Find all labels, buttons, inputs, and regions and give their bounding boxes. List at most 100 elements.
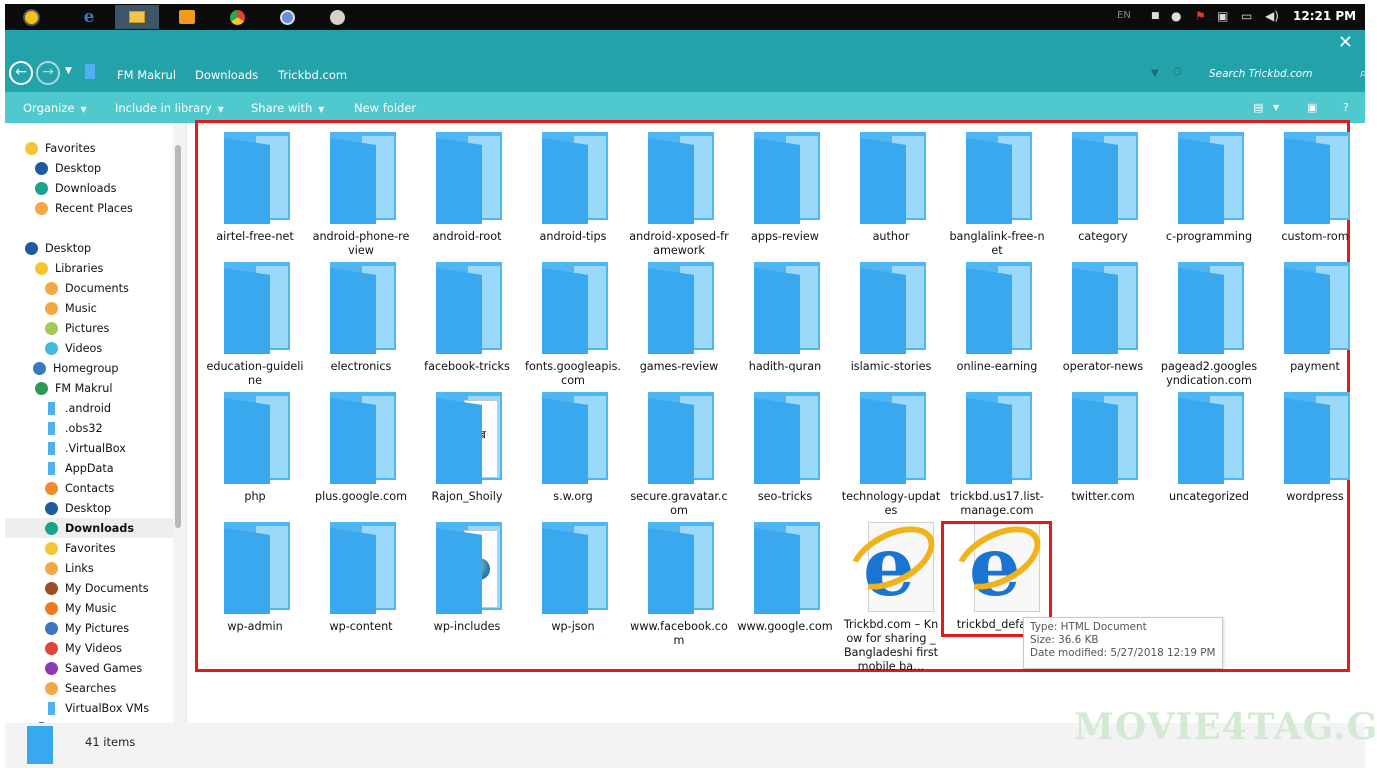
- navpane-scrollbar-thumb[interactable]: [175, 145, 181, 528]
- sidebar-item-contacts[interactable]: Contacts: [5, 478, 173, 498]
- folder-item[interactable]: trickbd.us17.list-manage.com: [947, 390, 1047, 518]
- sidebar-item-my-pictures[interactable]: My Pictures: [5, 618, 173, 638]
- folder-item[interactable]: wp-json: [523, 520, 623, 634]
- sidebar-item-pictures[interactable]: Pictures: [5, 318, 173, 338]
- sidebar-item-saved-games[interactable]: Saved Games: [5, 658, 173, 678]
- include-in-library-button[interactable]: Include in library ▼: [115, 101, 224, 115]
- search-input[interactable]: Search Trickbd.com ⌕: [1203, 63, 1365, 87]
- folder-item[interactable]: education-guideline: [205, 260, 305, 388]
- folder-item[interactable]: wp-admin: [205, 520, 305, 634]
- folder-item[interactable]: s.w.org: [523, 390, 623, 504]
- sidebar-item-fm-makrul[interactable]: FM Makrul: [5, 378, 173, 398]
- sidebar-item-desktop[interactable]: Desktop: [5, 498, 173, 518]
- refresh-icon[interactable]: ○: [1173, 66, 1182, 77]
- sidebar-item-favorites[interactable]: Favorites: [5, 138, 173, 158]
- sidebar-item-links[interactable]: Links: [5, 558, 173, 578]
- taskbar-paint[interactable]: [315, 5, 359, 29]
- folder-item[interactable]: wordpress: [1265, 390, 1365, 504]
- folder-item[interactable]: apps-review: [735, 130, 835, 244]
- forward-button[interactable]: →: [36, 61, 60, 85]
- sidebar-item-my-music[interactable]: My Music: [5, 598, 173, 618]
- sidebar-item-android[interactable]: .android: [5, 398, 173, 418]
- folder-item[interactable]: মিনর Rajon_Shoily: [417, 390, 517, 504]
- folder-item[interactable]: airtel-free-net: [205, 130, 305, 244]
- sidebar-item-documents[interactable]: Documents: [5, 278, 173, 298]
- share-with-button[interactable]: Share with ▼: [251, 101, 324, 115]
- folder-item[interactable]: seo-tricks: [735, 390, 835, 504]
- folder-item[interactable]: php: [205, 390, 305, 504]
- tray-volume-icon[interactable]: ◀): [1265, 9, 1279, 23]
- tray-expand-icon[interactable]: ■: [1151, 11, 1160, 21]
- sidebar-item-recent-places[interactable]: Recent Places: [5, 198, 173, 218]
- folder-item[interactable]: pagead2.googlesyndication.com: [1159, 260, 1259, 388]
- folder-item[interactable]: android-tips: [523, 130, 623, 244]
- sidebar-item-favorites[interactable]: Favorites: [5, 538, 173, 558]
- sidebar-item-my-documents[interactable]: My Documents: [5, 578, 173, 598]
- folder-item[interactable]: twitter.com: [1053, 390, 1153, 504]
- clock[interactable]: 12:21 PM: [1293, 9, 1356, 23]
- taskbar-chrome[interactable]: [215, 5, 259, 29]
- folder-item[interactable]: www.facebook.com: [629, 520, 729, 648]
- folder-item[interactable]: payment: [1265, 260, 1365, 374]
- sidebar-item-downloads[interactable]: Downloads: [5, 518, 173, 538]
- folder-item[interactable]: secure.gravatar.com: [629, 390, 729, 518]
- tray-network-icon[interactable]: ▭: [1241, 9, 1252, 23]
- sidebar-item-homegroup[interactable]: Homegroup: [5, 358, 173, 378]
- folder-item[interactable]: plus.google.com: [311, 390, 411, 504]
- folder-item[interactable]: wp-includes: [417, 520, 517, 634]
- folder-item[interactable]: games-review: [629, 260, 729, 374]
- preview-pane-icon[interactable]: ▣: [1307, 101, 1317, 114]
- folder-item[interactable]: android-root: [417, 130, 517, 244]
- breadcrumb-trickbd[interactable]: Trickbd.com: [278, 68, 347, 82]
- folder-item[interactable]: wp-content: [311, 520, 411, 634]
- folder-item[interactable]: android-phone-review: [311, 130, 411, 258]
- sidebar-item-virtualbox[interactable]: .VirtualBox: [5, 438, 173, 458]
- sidebar-item-desktop[interactable]: Desktop: [5, 238, 173, 258]
- sidebar-item-appdata[interactable]: AppData: [5, 458, 173, 478]
- sidebar-item-searches[interactable]: Searches: [5, 678, 173, 698]
- folder-item[interactable]: c-programming: [1159, 130, 1259, 244]
- breadcrumb-fm-makrul[interactable]: FM Makrul: [117, 68, 176, 82]
- recent-pages-dropdown[interactable]: ▼: [65, 66, 72, 76]
- sidebar-item-my-videos[interactable]: My Videos: [5, 638, 173, 658]
- sidebar-item-libraries[interactable]: Libraries: [5, 258, 173, 278]
- folder-item[interactable]: hadith-quran: [735, 260, 835, 374]
- organize-button[interactable]: Organize ▼: [23, 101, 87, 115]
- folder-item[interactable]: uncategorized: [1159, 390, 1259, 504]
- folder-item[interactable]: author: [841, 130, 941, 244]
- tray-device-icon[interactable]: ▣: [1217, 9, 1228, 23]
- sidebar-item-desktop[interactable]: Desktop: [5, 158, 173, 178]
- close-icon[interactable]: ✕: [1338, 32, 1353, 53]
- folder-item[interactable]: custom-rom: [1265, 130, 1365, 244]
- folder-item[interactable]: android-xposed-framework: [629, 130, 729, 258]
- sidebar-item-obs32[interactable]: .obs32: [5, 418, 173, 438]
- folder-item[interactable]: islamic-stories: [841, 260, 941, 374]
- folder-item[interactable]: electronics: [311, 260, 411, 374]
- sidebar-item-computer[interactable]: Computer: [5, 718, 173, 723]
- folder-item[interactable]: fonts.googleapis.com: [523, 260, 623, 388]
- sidebar-item-virtualbox-vms[interactable]: VirtualBox VMs: [5, 698, 173, 718]
- tray-flag-icon[interactable]: ⚑: [1195, 9, 1206, 23]
- folder-item[interactable]: category: [1053, 130, 1153, 244]
- tray-globe-icon[interactable]: ●: [1171, 9, 1181, 23]
- back-button[interactable]: ←: [9, 61, 33, 85]
- address-dropdown-icon[interactable]: ▼: [1151, 68, 1159, 79]
- folder-item[interactable]: online-earning: [947, 260, 1047, 374]
- folder-item[interactable]: www.google.com: [735, 520, 835, 634]
- folder-item[interactable]: technology-updates: [841, 390, 941, 518]
- folder-item[interactable]: banglalink-free-net: [947, 130, 1047, 258]
- sidebar-item-music[interactable]: Music: [5, 298, 173, 318]
- taskbar-media[interactable]: [165, 5, 209, 29]
- taskbar-browser[interactable]: [265, 5, 309, 29]
- help-icon[interactable]: ?: [1343, 101, 1349, 114]
- taskbar-ie[interactable]: e: [67, 5, 111, 29]
- sidebar-item-downloads[interactable]: Downloads: [5, 178, 173, 198]
- view-options-icon[interactable]: ▤: [1253, 101, 1263, 114]
- taskbar-explorer[interactable]: [115, 5, 159, 29]
- folder-item[interactable]: operator-news: [1053, 260, 1153, 374]
- file-item[interactable]: e Trickbd.com – Know for sharing _ Bangla…: [839, 513, 945, 674]
- breadcrumb-downloads[interactable]: Downloads: [195, 68, 258, 82]
- folder-item[interactable]: facebook-tricks: [417, 260, 517, 374]
- search-icon[interactable]: ⌕: [1360, 66, 1365, 81]
- start-button[interactable]: [9, 5, 53, 29]
